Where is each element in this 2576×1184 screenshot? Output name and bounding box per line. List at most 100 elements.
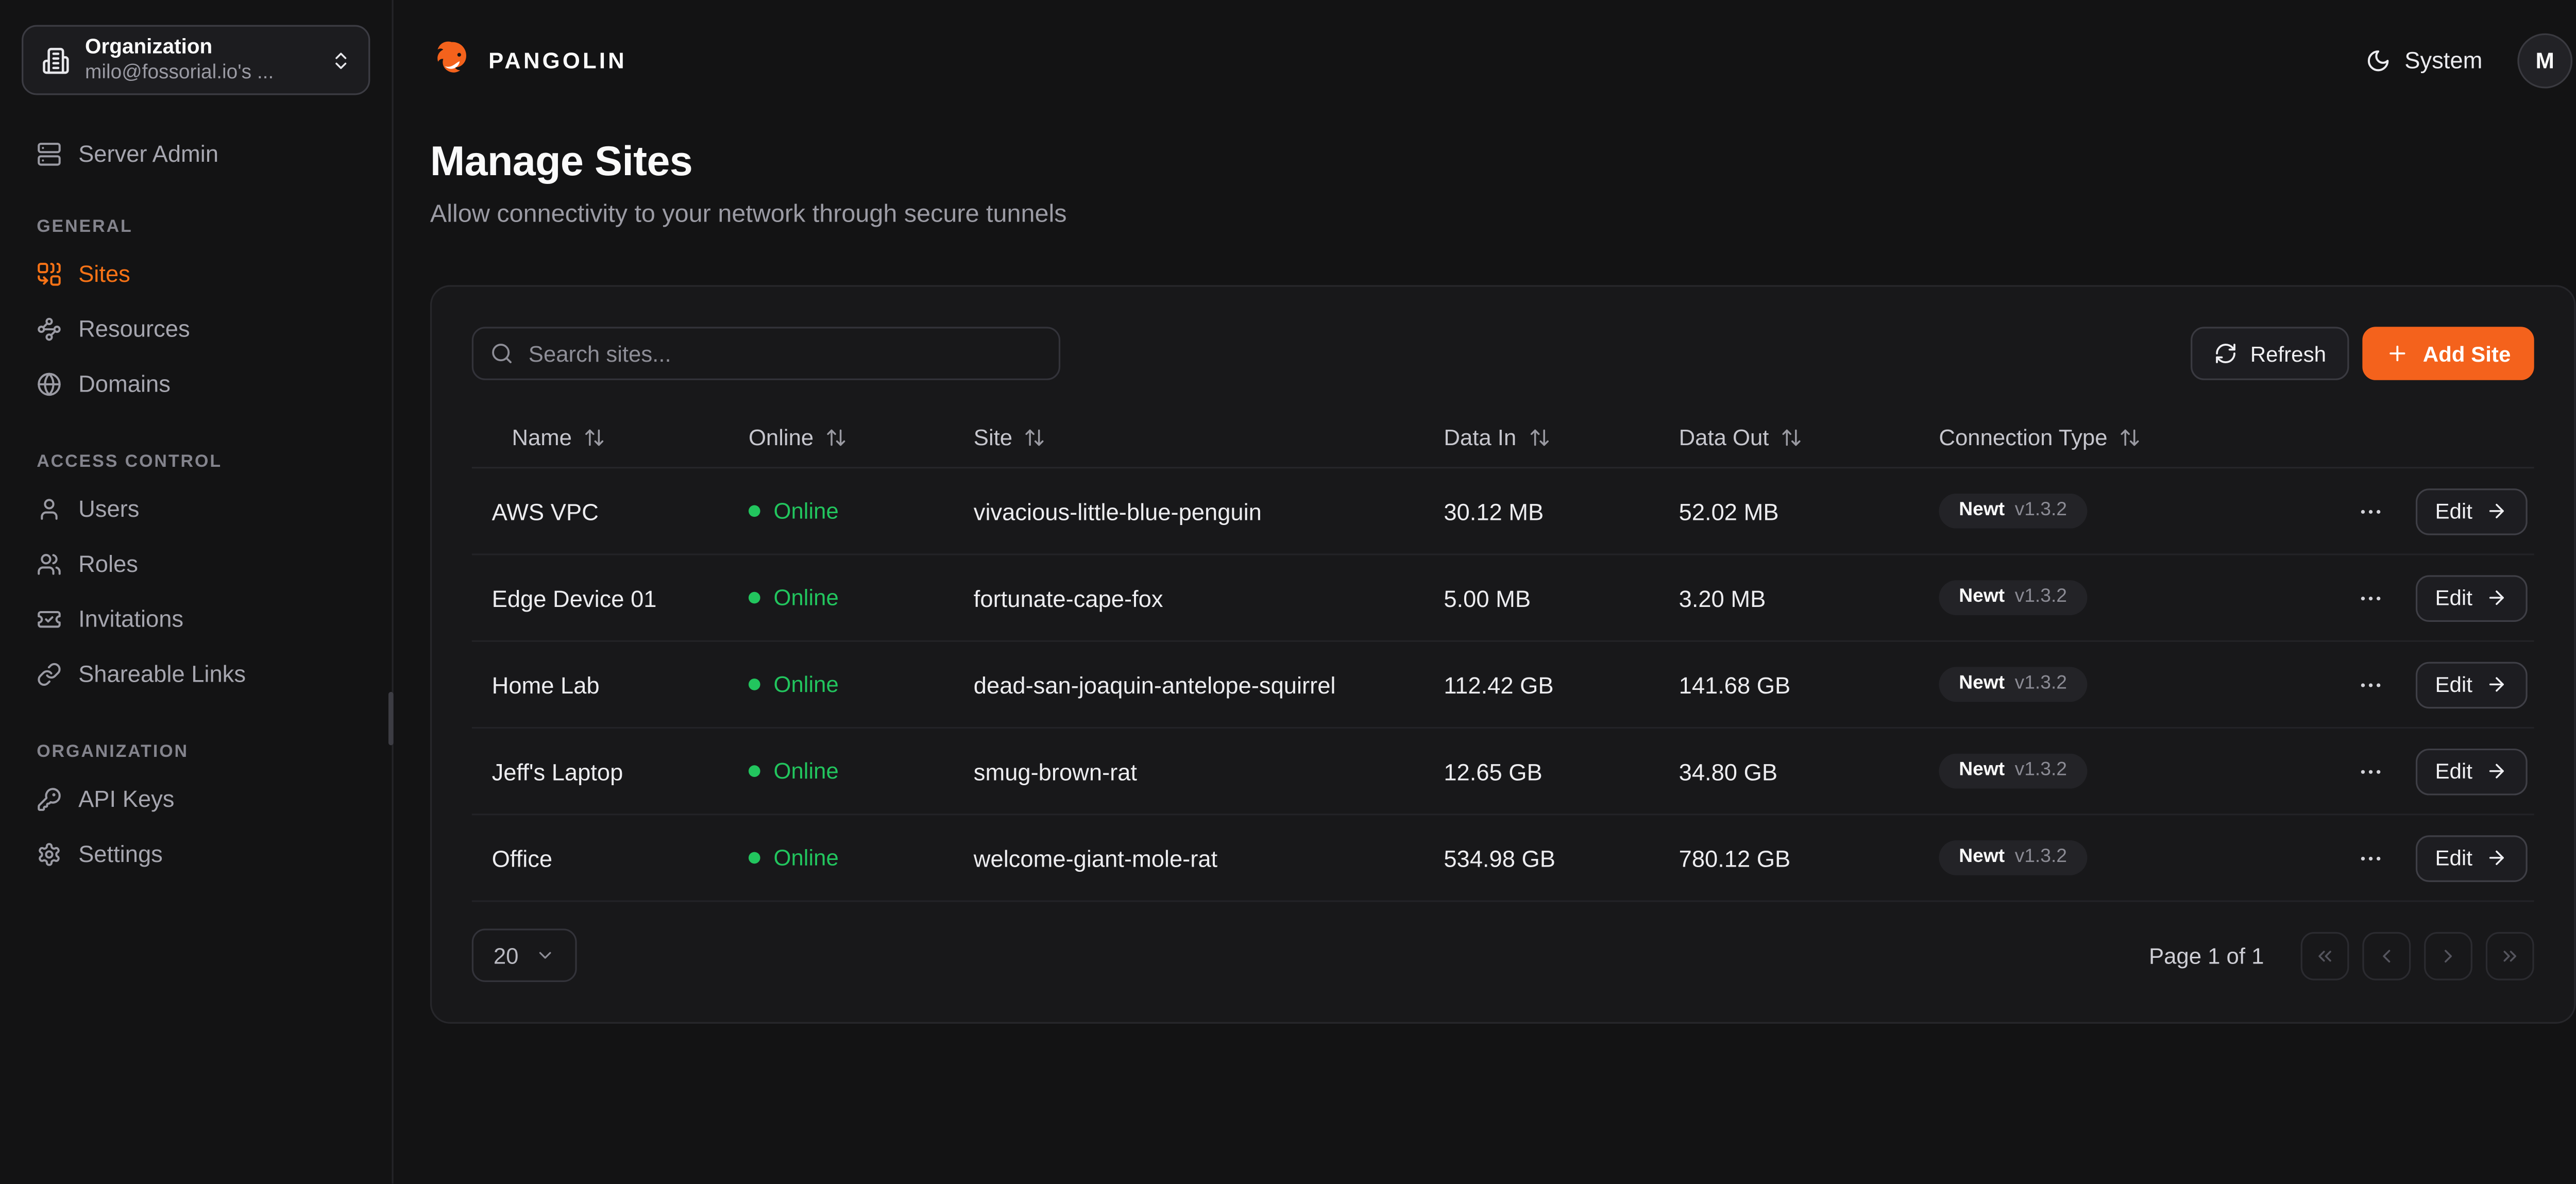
row-edit-button[interactable]: Edit <box>2415 661 2528 708</box>
ellipsis-icon <box>2357 584 2383 611</box>
table-row: Edge Device 01 Online fortunate-cape-fox… <box>472 555 2534 642</box>
column-label: Data Out <box>1679 425 1769 450</box>
org-selector-texts: Organization milo@fossorial.io's ... <box>85 35 315 86</box>
sidebar-item-label: Roles <box>78 550 138 577</box>
arrow-right-icon <box>2486 760 2507 782</box>
sidebar-item-settings[interactable]: Settings <box>22 837 370 870</box>
row-edit-button[interactable]: Edit <box>2415 488 2528 535</box>
connection-type-version: v1.3.2 <box>2015 501 2067 520</box>
row-actions: Edit <box>2299 661 2534 708</box>
row-edit-button[interactable]: Edit <box>2415 574 2528 621</box>
chevron-right-icon <box>2437 944 2459 966</box>
online-label: Online <box>773 672 838 697</box>
sort-icon <box>1781 426 1802 448</box>
sort-site-header[interactable]: Site <box>954 425 1424 450</box>
data-in-value: 5.00 MB <box>1424 584 1659 611</box>
sites-card: Refresh Add Site Name Online <box>430 285 2576 1024</box>
chevron-down-icon <box>535 945 555 966</box>
sidebar-item-shareable-links[interactable]: Shareable Links <box>22 657 370 690</box>
moon-icon <box>2366 47 2392 73</box>
next-page-button[interactable] <box>2424 931 2472 979</box>
site-name: Office <box>472 844 728 871</box>
sidebar-item-roles[interactable]: Roles <box>22 547 370 580</box>
edit-label: Edit <box>2435 585 2472 611</box>
sidebar-section-access-control: ACCESS CONTROL <box>22 452 370 472</box>
org-selector[interactable]: Organization milo@fossorial.io's ... <box>22 25 370 95</box>
sort-online-header[interactable]: Online <box>728 425 954 450</box>
sidebar-item-domains[interactable]: Domains <box>22 367 370 400</box>
arrow-right-icon <box>2486 587 2507 608</box>
row-more-button[interactable] <box>2353 841 2387 875</box>
last-page-button[interactable] <box>2486 931 2534 979</box>
user-icon <box>37 496 62 521</box>
search-input[interactable] <box>529 341 1042 366</box>
arrow-right-icon <box>2486 673 2507 695</box>
waypoints-icon <box>37 316 62 341</box>
add-site-button[interactable]: Add Site <box>2363 327 2534 380</box>
sort-data-in-header[interactable]: Data In <box>1424 425 1659 450</box>
site-name: Home Lab <box>472 671 728 698</box>
brand-name: PANGOLIN <box>488 47 627 73</box>
sidebar-item-resources[interactable]: Resources <box>22 312 370 345</box>
theme-toggle[interactable]: System <box>2366 47 2483 74</box>
row-more-button[interactable] <box>2353 494 2387 528</box>
connection-type-name: Newt <box>1959 588 2005 607</box>
brand-logo[interactable]: PANGOLIN <box>430 38 627 82</box>
row-more-button[interactable] <box>2353 754 2387 788</box>
sort-icon <box>2119 426 2141 448</box>
sort-data-out-header[interactable]: Data Out <box>1659 425 1919 450</box>
sidebar-item-label: Invitations <box>78 605 183 632</box>
theme-toggle-label: System <box>2404 47 2482 74</box>
sites-toolbar: Refresh Add Site <box>472 327 2534 380</box>
first-page-button[interactable] <box>2301 931 2349 979</box>
sort-name-header[interactable]: Name <box>472 425 728 450</box>
arrow-right-icon <box>2486 847 2507 869</box>
app-window: Organization milo@fossorial.io's ... Ser… <box>0 0 2576 1184</box>
column-label: Data In <box>1444 425 1516 450</box>
data-in-value: 12.65 GB <box>1424 758 1659 785</box>
sidebar-section-organization: ORGANIZATION <box>22 742 370 762</box>
data-out-value: 34.80 GB <box>1659 758 1919 785</box>
row-edit-button[interactable]: Edit <box>2415 748 2528 794</box>
sidebar-item-label: Resources <box>78 315 190 342</box>
edit-label: Edit <box>2435 758 2472 784</box>
row-more-button[interactable] <box>2353 581 2387 615</box>
sidebar-section-general: GENERAL <box>22 217 370 237</box>
connection-type-cell: Newt v1.3.2 <box>1919 753 2299 789</box>
site-status: Online <box>728 499 954 524</box>
edit-label: Edit <box>2435 845 2472 871</box>
key-icon <box>37 786 62 811</box>
sidebar-item-server-admin[interactable]: Server Admin <box>22 137 370 170</box>
sort-connection-type-header[interactable]: Connection Type <box>1919 425 2299 450</box>
site-name: AWS VPC <box>472 498 728 525</box>
refresh-button[interactable]: Refresh <box>2190 327 2349 380</box>
data-in-value: 112.42 GB <box>1424 671 1659 698</box>
data-out-value: 52.02 MB <box>1659 498 1919 525</box>
sort-icon <box>1024 426 1046 448</box>
previous-page-button[interactable] <box>2362 931 2411 979</box>
connection-type-cell: Newt v1.3.2 <box>1919 667 2299 703</box>
sidebar-item-invitations[interactable]: Invitations <box>22 602 370 635</box>
site-status: Online <box>728 672 954 697</box>
online-label: Online <box>773 758 838 784</box>
avatar[interactable]: M <box>2517 32 2572 88</box>
table-row: AWS VPC Online vivacious-little-blue-pen… <box>472 468 2534 555</box>
online-label: Online <box>773 585 838 611</box>
data-out-value: 780.12 GB <box>1659 844 1919 871</box>
sidebar-scrollbar[interactable] <box>388 692 394 746</box>
building-icon <box>42 46 70 74</box>
connection-badge: Newt v1.3.2 <box>1939 580 2087 616</box>
sidebar-item-api-keys[interactable]: API Keys <box>22 782 370 816</box>
sort-icon <box>1528 426 1550 448</box>
connection-type-name: Newt <box>1959 501 2005 520</box>
row-edit-button[interactable]: Edit <box>2415 835 2528 882</box>
sidebar-item-sites[interactable]: Sites <box>22 257 370 290</box>
sidebar-item-users[interactable]: Users <box>22 492 370 526</box>
connection-type-cell: Newt v1.3.2 <box>1919 493 2299 529</box>
page-size-select[interactable]: 20 <box>472 928 577 982</box>
data-in-value: 30.12 MB <box>1424 498 1659 525</box>
sidebar-item-label: Sites <box>78 260 130 287</box>
page-head: Manage Sites Allow connectivity to your … <box>394 120 2576 228</box>
row-more-button[interactable] <box>2353 668 2387 701</box>
sidebar-item-label: API Keys <box>78 785 174 812</box>
